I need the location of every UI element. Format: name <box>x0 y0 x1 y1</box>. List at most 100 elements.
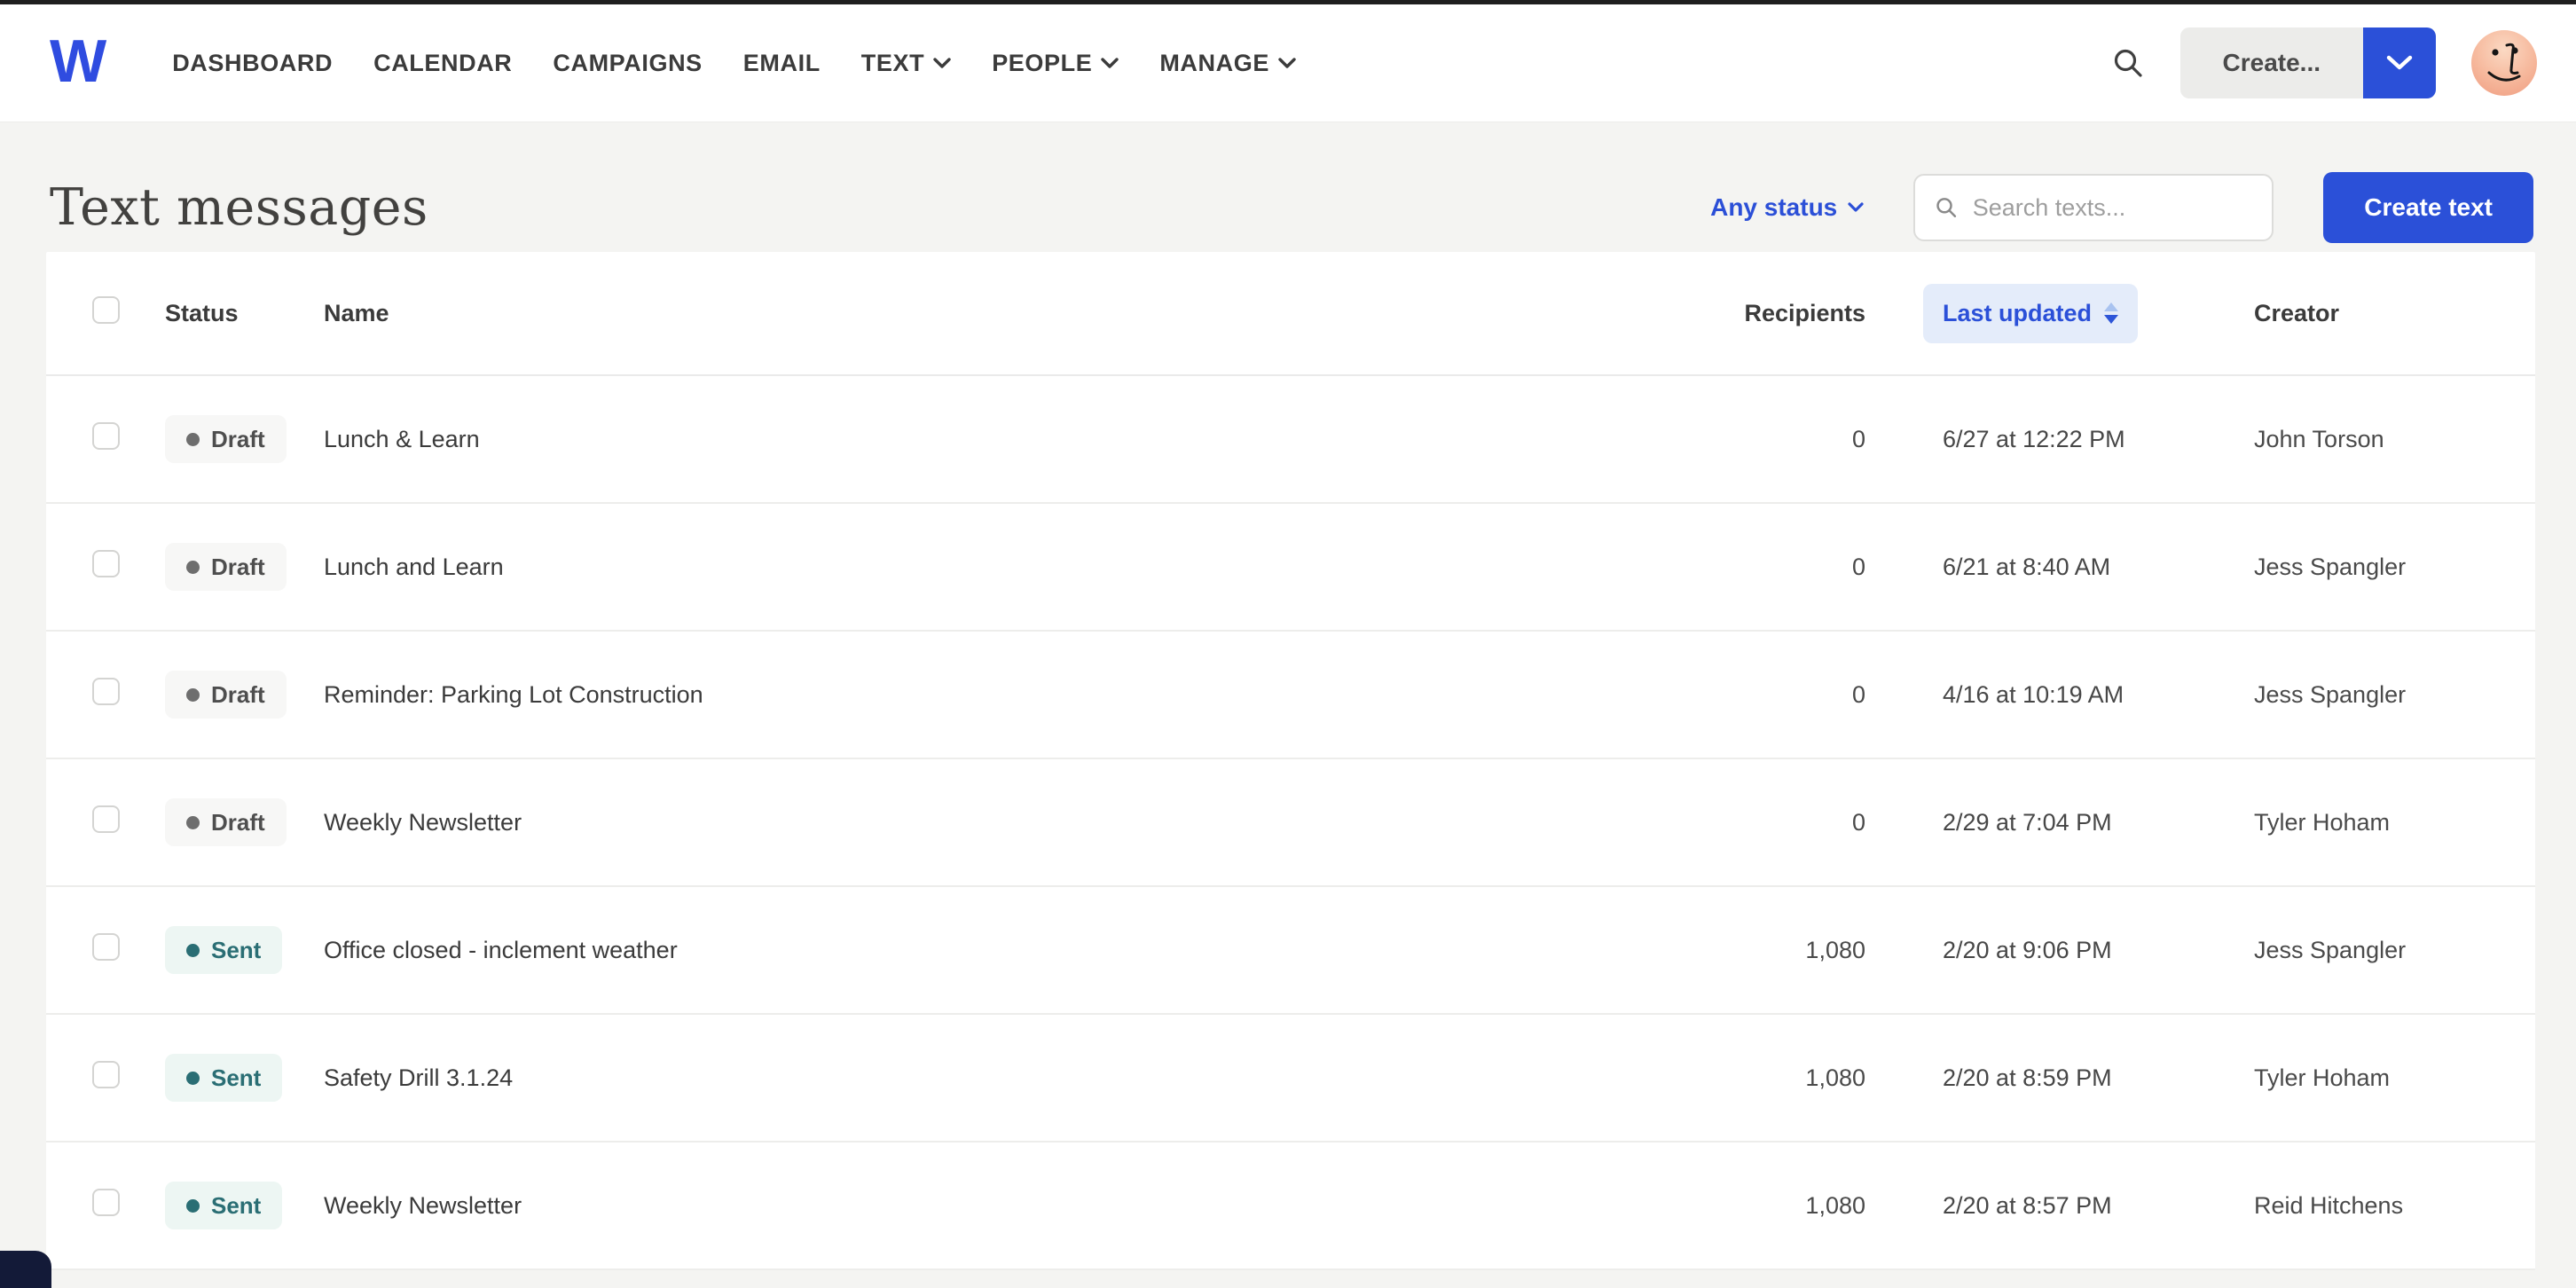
nav-item-calendar[interactable]: CALENDAR <box>373 50 512 77</box>
column-header-status[interactable]: Status <box>165 300 324 327</box>
last-updated-value: 4/16 at 10:19 AM <box>1943 680 2124 708</box>
create-button[interactable]: Create... <box>2179 27 2363 98</box>
text-name: Office closed - inclement weather <box>324 936 678 963</box>
creator-name: Reid Hitchens <box>2254 1191 2404 1219</box>
status-label: Sent <box>211 936 262 963</box>
row-checkbox[interactable] <box>92 422 120 450</box>
row-checkbox[interactable] <box>92 1061 120 1088</box>
last-updated-value: 6/21 at 8:40 AM <box>1943 553 2111 580</box>
nav-item-manage[interactable]: MANAGE <box>1159 50 1296 77</box>
recipients-count: 0 <box>1851 680 1865 708</box>
page-header: Text messages Any status Create text <box>46 122 2535 252</box>
last-updated-value: 2/20 at 9:06 PM <box>1943 936 2112 963</box>
nav-item-label: CALENDAR <box>373 49 513 76</box>
recipients-count: 0 <box>1851 808 1865 836</box>
status-dot-icon <box>186 1198 200 1213</box>
creator-name: Tyler Hoham <box>2254 808 2391 836</box>
search-icon[interactable] <box>2111 46 2145 80</box>
column-header-recipients[interactable]: Recipients <box>1724 300 1865 327</box>
create-split-button: Create... <box>2179 27 2436 98</box>
table-header-row: Status Name Recipients Last updated Crea… <box>46 252 2535 376</box>
nav-item-text[interactable]: TEXT <box>861 50 951 77</box>
row-checkbox[interactable] <box>92 1189 120 1216</box>
texts-table: Status Name Recipients Last updated Crea… <box>46 252 2535 1270</box>
table-row[interactable]: Sent Office closed - inclement weather 1… <box>46 887 2535 1015</box>
status-dot-icon <box>186 943 200 957</box>
page-content: Text messages Any status Create text Sta… <box>0 122 2576 1270</box>
column-header-creator[interactable]: Creator <box>2254 300 2482 327</box>
creator-name: Tyler Hoham <box>2254 1064 2391 1091</box>
create-text-button[interactable]: Create text <box>2323 172 2533 243</box>
nav-item-label: EMAIL <box>742 49 821 76</box>
status-label: Draft <box>211 553 265 580</box>
sort-column-label: Last updated <box>1943 299 2093 326</box>
status-dot-icon <box>186 1071 200 1085</box>
status-dot-icon <box>186 560 200 574</box>
text-name: Safety Drill 3.1.24 <box>324 1064 514 1091</box>
column-header-last-updated[interactable]: Last updated <box>1923 283 2139 343</box>
page-controls: Any status Create text <box>1710 172 2533 243</box>
floating-corner-widget[interactable] <box>0 1251 51 1288</box>
status-badge: Draft <box>165 543 287 591</box>
nav-item-email[interactable]: EMAIL <box>743 50 821 77</box>
row-checkbox[interactable] <box>92 933 120 961</box>
select-all-checkbox[interactable] <box>92 296 120 324</box>
status-badge: Draft <box>165 671 287 719</box>
status-badge: Draft <box>165 415 287 463</box>
chevron-down-icon <box>2386 55 2413 70</box>
table-row[interactable]: Draft Reminder: Parking Lot Construction… <box>46 632 2535 759</box>
recipients-count: 1,080 <box>1805 1064 1865 1091</box>
table-row[interactable]: Draft Lunch and Learn 0 6/21 at 8:40 AM … <box>46 504 2535 632</box>
recipients-count: 1,080 <box>1805 936 1865 963</box>
table-row[interactable]: Sent Weekly Newsletter 1,080 2/20 at 8:5… <box>46 1143 2535 1270</box>
table-row[interactable]: Draft Weekly Newsletter 0 2/29 at 7:04 P… <box>46 759 2535 887</box>
page-title: Text messages <box>50 178 428 237</box>
status-label: Sent <box>211 1064 262 1091</box>
status-filter-label: Any status <box>1710 193 1838 221</box>
creator-name: Jess Spangler <box>2254 680 2407 708</box>
topbar-right-cluster: Create... <box>2111 27 2537 98</box>
status-dot-icon <box>186 432 200 446</box>
status-label: Draft <box>211 808 265 836</box>
row-checkbox[interactable] <box>92 805 120 833</box>
nav-item-label: MANAGE <box>1159 49 1269 76</box>
create-dropdown-button[interactable] <box>2363 27 2436 98</box>
brand-logo[interactable]: W <box>50 31 106 91</box>
last-updated-value: 2/20 at 8:57 PM <box>1943 1191 2112 1219</box>
creator-name: Jess Spangler <box>2254 553 2407 580</box>
text-name: Lunch & Learn <box>324 425 480 452</box>
status-label: Sent <box>211 1191 262 1219</box>
last-updated-value: 2/29 at 7:04 PM <box>1943 808 2112 836</box>
chevron-down-icon <box>1101 57 1119 68</box>
nav-item-people[interactable]: PEOPLE <box>992 50 1119 77</box>
nav-item-dashboard[interactable]: DASHBOARD <box>172 50 333 77</box>
nav-item-label: TEXT <box>860 49 925 76</box>
search-texts-box <box>1913 174 2274 241</box>
top-navigation-bar: W DASHBOARD CALENDAR CAMPAIGNS EMAIL TEX… <box>0 4 2576 122</box>
table-row[interactable]: Sent Safety Drill 3.1.24 1,080 2/20 at 8… <box>46 1015 2535 1143</box>
text-name: Weekly Newsletter <box>324 1191 522 1219</box>
text-name: Lunch and Learn <box>324 553 504 580</box>
status-badge: Sent <box>165 1054 283 1102</box>
nav-item-campaigns[interactable]: CAMPAIGNS <box>553 50 702 77</box>
status-dot-icon <box>186 815 200 829</box>
status-filter-dropdown[interactable]: Any status <box>1710 193 1864 222</box>
search-icon <box>1936 198 1957 217</box>
avatar-face-doodle <box>2487 43 2521 82</box>
nav-item-label: DASHBOARD <box>172 49 334 76</box>
search-texts-input[interactable] <box>1972 193 2253 222</box>
user-avatar[interactable] <box>2471 30 2537 96</box>
status-label: Draft <box>211 680 265 708</box>
nav-item-label: PEOPLE <box>992 49 1093 76</box>
status-badge: Sent <box>165 1182 283 1229</box>
table-row[interactable]: Draft Lunch & Learn 0 6/27 at 12:22 PM J… <box>46 376 2535 504</box>
text-name: Reminder: Parking Lot Construction <box>324 680 703 708</box>
recipients-count: 0 <box>1851 425 1865 452</box>
last-updated-value: 2/20 at 8:59 PM <box>1943 1064 2112 1091</box>
row-checkbox[interactable] <box>92 550 120 577</box>
text-name: Weekly Newsletter <box>324 808 522 836</box>
column-header-name[interactable]: Name <box>324 300 1724 327</box>
status-dot-icon <box>186 687 200 702</box>
creator-name: Jess Spangler <box>2254 936 2407 963</box>
row-checkbox[interactable] <box>92 678 120 705</box>
